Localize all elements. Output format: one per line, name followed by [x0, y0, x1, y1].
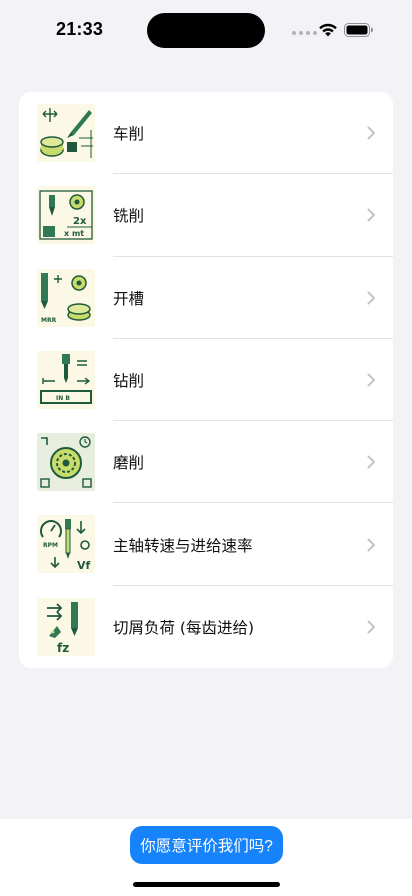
milling-formula-top: 2x	[73, 216, 87, 227]
list-item-slotting[interactable]: MRR 开槽	[19, 257, 393, 340]
wifi-icon	[319, 23, 337, 37]
slotting-caption: MRR	[41, 317, 57, 324]
list-item-spindle-speed-feed-rate[interactable]: RPM Vf 主轴转速与进给速率	[19, 503, 393, 587]
status-time: 21:33	[56, 19, 104, 39]
list-item-label: 铣削	[113, 207, 145, 226]
list-item-grinding[interactable]: 磨削	[19, 421, 393, 504]
list-item-chip-load[interactable]: fz 切屑负荷 (每齿进给)	[19, 586, 393, 668]
chevron-right-icon	[367, 538, 375, 552]
chevron-right-icon	[367, 373, 375, 387]
home-indicator[interactable]	[133, 882, 280, 887]
list-item-label: 磨削	[113, 454, 145, 473]
grinding-icon	[37, 433, 95, 492]
chevron-right-icon	[367, 208, 375, 222]
chevron-right-icon	[367, 291, 375, 305]
list-item-label: 开槽	[113, 289, 145, 308]
chevron-right-icon	[367, 126, 375, 140]
spindle-vf: Vf	[77, 559, 91, 572]
milling-icon: 2x x mt	[37, 186, 95, 245]
cellular-signal-icon	[292, 31, 317, 35]
list-item-drilling[interactable]: IN B 钻削	[19, 339, 393, 422]
milling-formula-bottom: x mt	[64, 229, 84, 238]
list-item-label: 切屑负荷 (每齿进给)	[113, 618, 255, 637]
chip-load-symbol: fz	[57, 641, 69, 655]
list-item-label: 车削	[113, 125, 145, 144]
list-item-milling[interactable]: 2x x mt 铣削	[19, 174, 393, 257]
status-bar: 21:33	[0, 0, 412, 60]
rate-app-button[interactable]: 你愿意评价我们吗?	[130, 826, 283, 864]
drilling-caption: IN B	[56, 395, 70, 402]
battery-icon	[344, 23, 373, 37]
list-item-turning[interactable]: 车削	[19, 92, 393, 175]
chevron-right-icon	[367, 620, 375, 634]
operations-list: 车削 2x x mt 铣削 MRR 开槽 IN B 钻削 磨削 RPM Vf 主…	[19, 92, 393, 668]
list-item-label: 主轴转速与进给速率	[113, 536, 253, 555]
spindle-speed-icon: RPM Vf	[37, 515, 95, 574]
slotting-icon: MRR	[37, 268, 95, 327]
list-item-label: 钻削	[113, 372, 145, 391]
chip-load-icon: fz	[37, 597, 95, 656]
turning-icon	[37, 104, 95, 162]
drilling-icon: IN B	[37, 350, 95, 409]
dynamic-island	[147, 13, 265, 48]
chevron-right-icon	[367, 455, 375, 469]
spindle-caption: RPM	[43, 542, 58, 549]
